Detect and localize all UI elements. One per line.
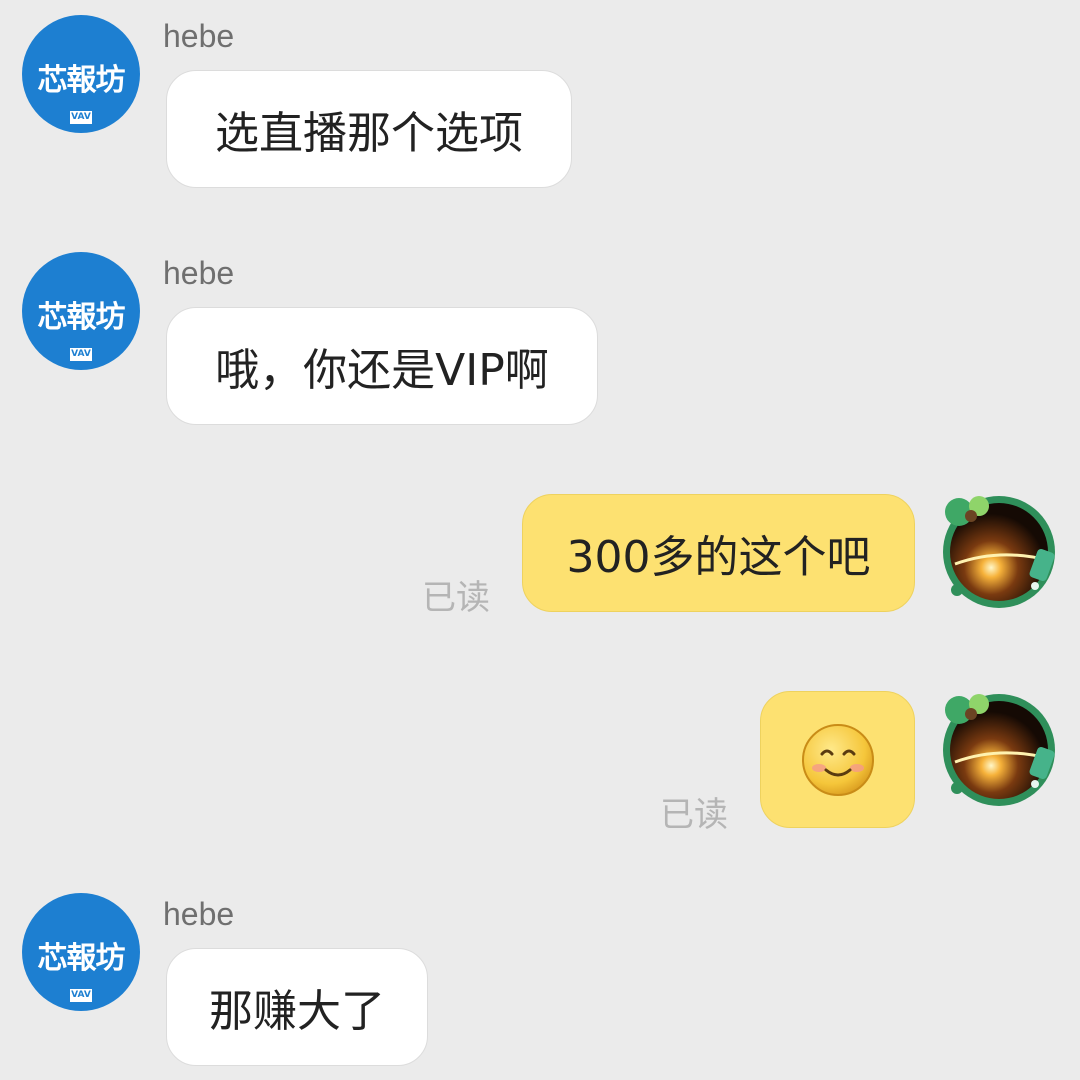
avatar-logo-badge: VAV <box>70 989 92 1002</box>
avatar-logo-text: 芯報坊 <box>37 63 126 98</box>
avatar-logo-badge: VAV <box>70 111 92 124</box>
contact-avatar[interactable]: 芯報坊 VAV <box>22 15 140 133</box>
incoming-message-bubble[interactable]: 哦，你还是VIP啊 <box>166 307 598 425</box>
avatar-logo-text: 芯報坊 <box>37 300 126 335</box>
sender-name: hebe <box>163 18 235 54</box>
contact-avatar[interactable]: 芯報坊 VAV <box>22 252 140 370</box>
incoming-message-bubble[interactable]: 那赚大了 <box>166 948 428 1066</box>
user-avatar[interactable] <box>935 686 1059 810</box>
read-status: 已读 <box>422 578 490 618</box>
outgoing-message-bubble[interactable]: 300多的这个吧 <box>522 494 915 612</box>
smile-emoji-icon <box>801 723 874 796</box>
contact-avatar[interactable]: 芯報坊 VAV <box>22 893 140 1011</box>
sender-name: hebe <box>163 255 235 291</box>
user-avatar[interactable] <box>935 488 1059 612</box>
incoming-message-bubble[interactable]: 选直播那个选项 <box>166 70 572 188</box>
avatar-logo-badge: VAV <box>70 348 92 361</box>
read-status: 已读 <box>660 795 728 835</box>
outgoing-emoji-bubble[interactable] <box>760 691 915 828</box>
sender-name: hebe <box>163 896 235 932</box>
avatar-logo-text: 芯報坊 <box>37 941 126 976</box>
chat-message-list[interactable]: 芯報坊 VAV hebe 选直播那个选项 芯報坊 VAV hebe 哦，你还是V… <box>0 0 1080 1080</box>
